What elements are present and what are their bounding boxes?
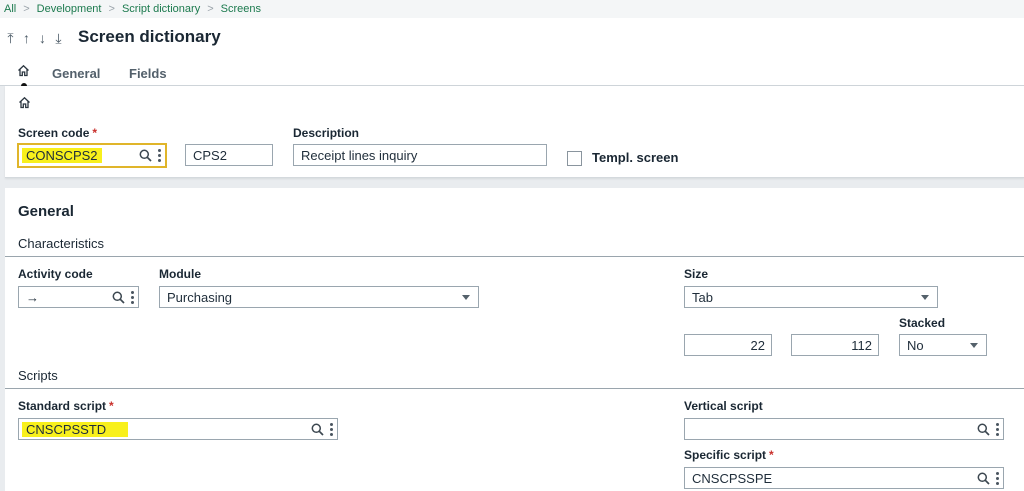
scripts-title: Scripts xyxy=(18,368,58,383)
standard-script-label: Standard script * xyxy=(18,399,114,413)
required-marker: * xyxy=(109,399,114,413)
search-icon[interactable] xyxy=(139,149,152,162)
specific-script-value: CNSCPSSPE xyxy=(692,470,773,486)
screen-code-label-text: Screen code xyxy=(18,126,90,140)
activity-code-field[interactable]: → xyxy=(18,286,139,308)
dropdown-caret-icon xyxy=(970,343,978,348)
more-options-icon[interactable] xyxy=(158,149,161,162)
templ-screen-label: Templ. screen xyxy=(592,150,679,165)
search-icon[interactable] xyxy=(977,472,990,485)
chevron-right-icon: > xyxy=(207,3,214,15)
more-options-icon[interactable] xyxy=(996,471,999,485)
home-icon[interactable] xyxy=(18,96,31,112)
size-width-field[interactable]: 22 xyxy=(684,334,772,356)
dropdown-caret-icon xyxy=(921,295,929,300)
size-height-value: 112 xyxy=(851,337,872,353)
breadcrumb-development[interactable]: Development xyxy=(37,3,102,15)
size-value: Tab xyxy=(692,289,713,305)
tab-general[interactable]: General xyxy=(52,66,100,81)
chevron-right-icon: > xyxy=(108,3,115,15)
dropdown-caret-icon xyxy=(462,295,470,300)
record-navigation: ⤒ ↑ ↓ ⤓ xyxy=(4,30,65,47)
screen-code-label: Screen code * xyxy=(18,126,97,140)
description-label: Description xyxy=(293,126,360,140)
standard-script-value: CNSCPSSTD xyxy=(22,421,129,437)
last-record-icon[interactable]: ⤓ xyxy=(52,30,65,47)
search-icon[interactable] xyxy=(112,291,125,304)
next-record-icon[interactable]: ↓ xyxy=(36,30,49,47)
module-label: Module xyxy=(159,267,201,281)
standard-script-field[interactable]: CNSCPSSTD xyxy=(18,418,338,440)
description-value: Receipt lines inquiry xyxy=(301,147,418,163)
required-marker: * xyxy=(769,448,774,462)
search-icon[interactable] xyxy=(311,423,324,436)
activity-code-label: Activity code xyxy=(18,267,93,281)
breadcrumb-script-dictionary[interactable]: Script dictionary xyxy=(122,3,200,15)
stacked-label: Stacked xyxy=(899,316,946,330)
breadcrumb-screens[interactable]: Screens xyxy=(221,3,261,15)
previous-record-icon[interactable]: ↑ xyxy=(20,30,33,47)
size-select[interactable]: Tab xyxy=(684,286,938,308)
short-code-field[interactable]: CPS2 xyxy=(185,144,273,166)
size-width-value: 22 xyxy=(750,337,765,353)
specific-script-field[interactable]: CNSCPSSPE xyxy=(684,467,1004,489)
divider xyxy=(5,388,1024,389)
home-icon[interactable] xyxy=(17,64,31,78)
page-title: Screen dictionary xyxy=(78,27,221,46)
description-field[interactable]: Receipt lines inquiry xyxy=(293,144,547,166)
size-label: Size xyxy=(684,267,709,281)
header-panel: Screen code * CONSCPS2 CPS2 Description R… xyxy=(5,86,1024,178)
vertical-script-field[interactable] xyxy=(684,418,1004,440)
more-options-icon[interactable] xyxy=(131,290,134,304)
specific-script-label-text: Specific script xyxy=(684,448,767,462)
breadcrumb: All > Development > Script dictionary > … xyxy=(0,0,1024,18)
screen-code-value: CONSCPS2 xyxy=(22,148,102,163)
required-marker: * xyxy=(92,126,98,140)
templ-screen-checkbox[interactable] xyxy=(567,151,582,166)
section-title-general: General xyxy=(18,203,74,220)
characteristics-title: Characteristics xyxy=(18,236,104,251)
stacked-select[interactable]: No xyxy=(899,334,987,356)
search-icon[interactable] xyxy=(977,423,990,436)
module-select[interactable]: Purchasing xyxy=(159,286,479,308)
size-height-field[interactable]: 112 xyxy=(791,334,879,356)
specific-script-label: Specific script * xyxy=(684,448,774,462)
more-options-icon[interactable] xyxy=(996,422,999,436)
breadcrumb-all[interactable]: All xyxy=(4,3,16,15)
tab-fields[interactable]: Fields xyxy=(129,66,167,81)
stacked-value: No xyxy=(907,337,924,353)
first-record-icon[interactable]: ⤒ xyxy=(4,30,17,47)
title-bar: ⤒ ↑ ↓ ⤓ Screen dictionary General Fields xyxy=(0,18,1024,89)
more-options-icon[interactable] xyxy=(330,422,333,436)
chevron-right-icon: > xyxy=(23,3,30,15)
general-section: General Characteristics Activity code → … xyxy=(5,188,1024,491)
activity-code-value: → xyxy=(26,289,39,305)
standard-script-label-text: Standard script xyxy=(18,399,107,413)
vertical-script-label: Vertical script xyxy=(684,399,763,413)
short-code-value: CPS2 xyxy=(193,147,227,163)
divider xyxy=(5,256,1024,257)
screen-code-field[interactable]: CONSCPS2 xyxy=(17,143,167,168)
module-value: Purchasing xyxy=(167,289,233,305)
